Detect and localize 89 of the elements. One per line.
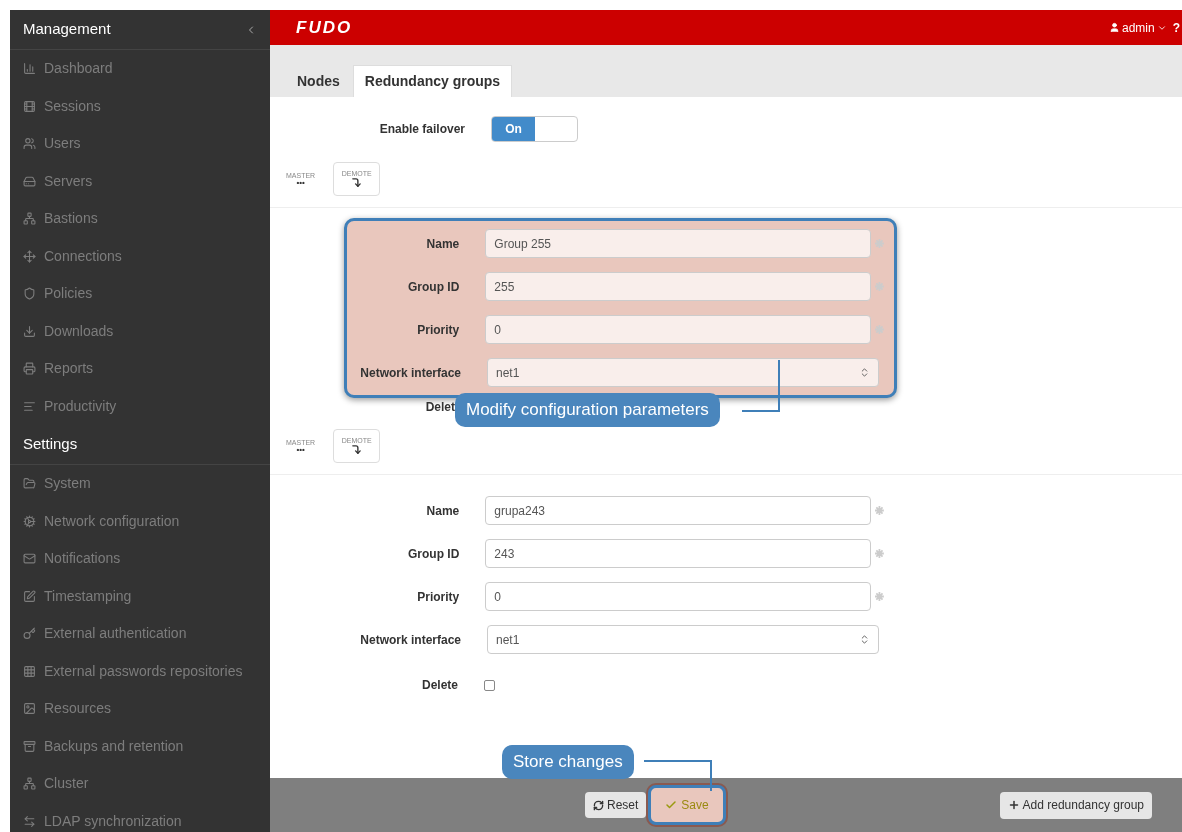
sidebar-item[interactable]: Connections xyxy=(10,237,270,275)
input-field[interactable]: 0 xyxy=(485,582,872,611)
user-icon xyxy=(1108,22,1120,33)
sidebar-item[interactable]: System xyxy=(10,465,270,503)
sidebar-item[interactable]: Cluster xyxy=(10,765,270,803)
input-field[interactable]: 0 xyxy=(485,315,872,344)
section-heading: Management xyxy=(23,19,111,40)
field-label: Network interface xyxy=(359,364,461,382)
user-menu[interactable]: admin xyxy=(1108,18,1167,37)
tab[interactable]: Nodes xyxy=(286,65,351,97)
sidebar-item[interactable]: Sessions xyxy=(10,87,270,125)
master-value: ••• xyxy=(296,445,305,454)
field-label: Group ID xyxy=(406,278,460,296)
required-icon xyxy=(875,282,884,291)
callout: Store changes xyxy=(502,745,634,779)
chart-icon xyxy=(23,62,36,76)
sidebar-item[interactable]: External authentication xyxy=(10,615,270,653)
lines-icon xyxy=(23,399,36,413)
field-label: Group ID xyxy=(406,545,460,563)
image-icon xyxy=(23,702,36,716)
reset-button[interactable]: Reset xyxy=(585,792,647,818)
refresh-icon xyxy=(593,799,604,811)
archive-icon xyxy=(23,739,36,753)
select-field[interactable]: net1 xyxy=(487,358,879,387)
down-arrow-icon xyxy=(351,444,363,455)
down-arrow-icon xyxy=(351,177,363,188)
required-icon xyxy=(875,506,884,515)
master-value: ••• xyxy=(296,178,305,187)
sidebar-item[interactable]: Timestamping xyxy=(10,577,270,615)
input-field[interactable]: Group 255 xyxy=(485,229,872,258)
required-icon xyxy=(875,549,884,558)
callout: Modify configuration parameters xyxy=(455,393,720,427)
drive-icon xyxy=(23,174,36,188)
sidebar-item[interactable]: LDAP synchronization xyxy=(10,802,270,832)
edit-icon xyxy=(23,589,36,603)
sidebar-item[interactable]: Policies xyxy=(10,275,270,313)
network-icon xyxy=(23,212,36,226)
input-field[interactable]: grupa243 xyxy=(485,496,872,525)
sidebar-item[interactable]: External passwords repositories xyxy=(10,652,270,690)
grid-icon xyxy=(23,664,36,678)
field-label: Name xyxy=(425,502,460,520)
plus-icon xyxy=(1007,799,1020,811)
sidebar-item[interactable]: Downloads xyxy=(10,312,270,350)
sidebar-item[interactable]: Network configuration xyxy=(10,502,270,540)
move-icon xyxy=(23,249,36,263)
folder-icon xyxy=(23,477,36,491)
sitemap-icon xyxy=(23,777,36,791)
save-button[interactable]: Save xyxy=(648,785,726,825)
sidebar-item[interactable]: Users xyxy=(10,125,270,163)
sidebar-item[interactable]: Servers xyxy=(10,162,270,200)
field-label: Delete xyxy=(420,677,458,694)
required-icon xyxy=(875,325,884,334)
required-icon xyxy=(875,592,884,601)
envelope-icon xyxy=(23,552,36,566)
help-link[interactable]: ? xyxy=(1172,18,1182,37)
failover-toggle[interactable]: On xyxy=(491,116,578,142)
field-label: Priority xyxy=(416,588,460,606)
sidebar-item[interactable]: Backups and retention xyxy=(10,727,270,765)
sidebar-item[interactable]: Resources xyxy=(10,690,270,728)
users-icon xyxy=(23,137,36,151)
logo: FUDO xyxy=(296,16,353,39)
shield-icon xyxy=(23,287,36,301)
sidebar-item[interactable]: Notifications xyxy=(10,540,270,578)
select-field[interactable]: net1 xyxy=(487,625,879,654)
select-arrows-icon xyxy=(859,634,870,645)
add-group-button[interactable]: Add redundancy group xyxy=(999,791,1152,819)
film-icon xyxy=(23,99,36,113)
sidebar-item[interactable]: Dashboard xyxy=(10,50,270,88)
field-label: Network interface xyxy=(359,631,461,649)
sidebar-item[interactable]: Productivity xyxy=(10,387,270,425)
field-label: Priority xyxy=(416,321,460,339)
input-field[interactable]: 243 xyxy=(485,539,872,568)
input-field[interactable]: 255 xyxy=(485,272,872,301)
printer-icon xyxy=(23,362,36,376)
swap-arrows-icon xyxy=(23,814,36,828)
field-label: Enable failover xyxy=(378,121,465,138)
tab[interactable]: Redundancy groups xyxy=(352,65,513,97)
download-icon xyxy=(23,324,36,338)
delete-checkbox[interactable] xyxy=(484,679,495,691)
section-heading: Settings xyxy=(23,434,78,455)
check-icon xyxy=(665,799,678,811)
field-label: Delet xyxy=(424,399,455,416)
field-label: Name xyxy=(425,235,460,253)
sidebar-item[interactable]: Bastions xyxy=(10,200,270,238)
select-arrows-icon xyxy=(859,367,870,378)
key-icon xyxy=(23,627,36,641)
sidebar-item[interactable]: Reports xyxy=(10,350,270,388)
required-icon xyxy=(875,239,884,248)
leader-line xyxy=(644,760,712,791)
